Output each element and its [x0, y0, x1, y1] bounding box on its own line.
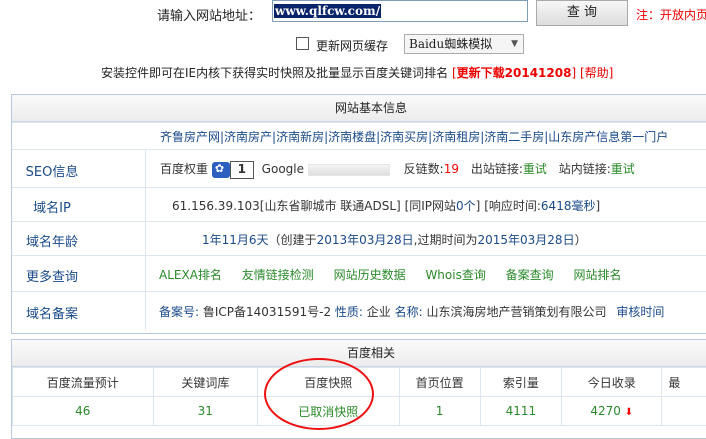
- header-index: 索引量: [480, 368, 562, 397]
- age-close: ）: [575, 233, 587, 247]
- arrow-down-icon: ⬇: [625, 407, 633, 418]
- same-ip-prefix: [同IP网站: [405, 199, 456, 213]
- company-label: 名称:: [395, 305, 423, 319]
- expire-prefix: ,过期时间为: [414, 233, 478, 247]
- basic-info-title: 网站基本信息: [12, 95, 706, 122]
- nature-label: 性质:: [335, 305, 363, 319]
- refresh-cache-label[interactable]: 更新网页缓存: [316, 37, 388, 54]
- help-link[interactable]: [帮助]: [580, 66, 613, 80]
- header-home-position: 首页位置: [399, 368, 480, 397]
- ip-label[interactable]: 域名IP: [12, 197, 92, 216]
- index-value[interactable]: 4111: [480, 397, 562, 426]
- seo-values: 百度权重 1 Google 反链数:19 出站链接:重试 站内链接:重试: [160, 160, 635, 179]
- outbound-retry[interactable]: 重试: [523, 162, 547, 176]
- alexa-link[interactable]: ALEXA排名: [159, 268, 222, 282]
- row-divider: [145, 150, 146, 188]
- friend-link-check[interactable]: 友情链接检测: [242, 268, 314, 282]
- age-row: 域名年龄 1年11月6天（创建于2013年03月28日,过期时间为2015年03…: [12, 221, 706, 256]
- nature-value: 企业: [367, 305, 391, 319]
- baidu-title: 百度相关: [12, 340, 706, 367]
- icp-query-link[interactable]: 备案查询: [506, 268, 554, 282]
- site-rank-link[interactable]: 网站排名: [574, 268, 622, 282]
- refresh-cache-checkbox[interactable]: [296, 37, 309, 50]
- seo-label[interactable]: SEO信息: [12, 161, 92, 180]
- keyword-lib-value[interactable]: 31: [153, 397, 258, 426]
- backlinks-value[interactable]: 19: [444, 162, 459, 176]
- install-notice: 安装控件即可在IE内核下获得实时快照及批量显示百度关键词排名 [更新下载2014…: [101, 64, 613, 81]
- google-label: Google: [262, 162, 304, 176]
- icp-values: 备案号: 鲁ICP备14031591号-2 性质: 企业 名称: 山东滨海房地产…: [159, 303, 664, 320]
- header-today-included: 今日收录: [562, 368, 662, 397]
- keywords-row: 齐鲁房产网|济南房产|济南新房|济南楼盘|济南买房|济南租房|济南二手房|山东房…: [12, 122, 706, 149]
- review-time-label: 审核时间: [616, 305, 664, 319]
- spider-select-value: Baidu蜘蛛模拟: [409, 37, 492, 51]
- open-inner-page-note: 注：开放内页: [636, 6, 706, 23]
- row-divider: [145, 188, 146, 222]
- ip-value: 61.156.39.103[山东省聊城市 联通ADSL]: [172, 199, 401, 213]
- history-link[interactable]: 网站历史数据: [334, 268, 406, 282]
- backlinks-label: 反链数:: [404, 162, 444, 176]
- today-included-cell: 4270 ⬇: [562, 397, 662, 426]
- ip-row: 域名IP 61.156.39.103[山东省聊城市 联通ADSL] [同IP网站…: [12, 187, 706, 222]
- row-divider: [145, 256, 146, 292]
- today-included-value[interactable]: 4270: [590, 404, 621, 418]
- row-divider: [145, 222, 146, 256]
- more-query-row: 更多查询 ALEXA排名 友情链接检测 网站历史数据 Whois查询 备案查询 …: [12, 255, 706, 292]
- spider-select[interactable]: Baidu蜘蛛模拟 ▼: [404, 34, 524, 54]
- basic-info-panel: 网站基本信息 齐鲁房产网|济南房产|济南新房|济南楼盘|济南买房|济南租房|济南…: [11, 94, 706, 334]
- response-prefix: [响应时间:: [484, 199, 541, 213]
- age-values: 1年11月6天（创建于2013年03月28日,过期时间为2015年03月28日）: [202, 231, 587, 248]
- icp-no: 鲁ICP备14031591号-2: [203, 305, 331, 319]
- more-query-label[interactable]: 更多查询: [12, 266, 92, 285]
- company-name: 山东滨海房地产营销策划有限公司: [427, 305, 607, 319]
- expire-date: 2015年03月28日: [477, 233, 574, 247]
- baidu-weight-value: 1: [230, 161, 254, 179]
- icp-row: 域名备案 备案号: 鲁ICP备14031591号-2 性质: 企业 名称: 山东…: [12, 291, 706, 330]
- response-suffix: ]: [595, 199, 600, 213]
- query-button[interactable]: 查 询: [536, 0, 628, 26]
- icp-label[interactable]: 域名备案: [12, 303, 92, 322]
- url-input-value: www.qlfcw.com/: [274, 4, 381, 18]
- seo-row: SEO信息 百度权重 1 Google 反链数:19 出站链接:重试 站内链接:…: [12, 149, 706, 188]
- ip-values: 61.156.39.103[山东省聊城市 联通ADSL] [同IP网站0个] […: [172, 197, 600, 214]
- outbound-label: 出站链接:: [471, 162, 523, 176]
- download-link[interactable]: 更新下载20141208: [457, 66, 572, 80]
- install-text: 安装控件即可在IE内核下获得实时快照及批量显示百度关键词排名: [101, 66, 448, 80]
- url-label: 请输入网站地址：: [157, 5, 261, 24]
- traffic-value[interactable]: 46: [13, 397, 154, 426]
- baidu-paw-icon: [212, 162, 230, 178]
- home-position-value[interactable]: 1: [399, 397, 480, 426]
- site-keywords: 齐鲁房产网|济南房产|济南新房|济南楼盘|济南买房|济南租房|济南二手房|山东房…: [160, 128, 668, 145]
- icp-no-label: 备案号:: [159, 305, 199, 319]
- row-divider: [145, 292, 146, 330]
- created-date: 2013年03月28日: [317, 233, 414, 247]
- created-prefix: （创建于: [269, 233, 317, 247]
- pagerank-bar: [308, 164, 390, 176]
- chevron-down-icon: ▼: [511, 35, 518, 53]
- internal-retry[interactable]: 重试: [611, 162, 635, 176]
- header-last: 最: [662, 368, 706, 397]
- internal-label: 站内链接:: [559, 162, 611, 176]
- bracket-close: ]: [571, 66, 576, 80]
- url-input[interactable]: www.qlfcw.com/: [272, 0, 528, 22]
- same-ip-count[interactable]: 0个: [456, 199, 476, 213]
- baidu-weight-label: 百度权重: [160, 162, 208, 176]
- whois-link[interactable]: Whois查询: [425, 268, 485, 282]
- more-query-links: ALEXA排名 友情链接检测 网站历史数据 Whois查询 备案查询 网站排名: [159, 266, 622, 283]
- header-traffic: 百度流量预计: [13, 368, 154, 397]
- annotation-circle: [264, 358, 374, 430]
- header-keyword-lib: 关键词库: [153, 368, 258, 397]
- age-label[interactable]: 域名年龄: [12, 231, 92, 250]
- domain-age: 1年11月6天: [202, 233, 269, 247]
- response-time: 6418毫秒: [541, 199, 596, 213]
- last-value: [662, 397, 706, 426]
- same-ip-suffix: ]: [476, 199, 481, 213]
